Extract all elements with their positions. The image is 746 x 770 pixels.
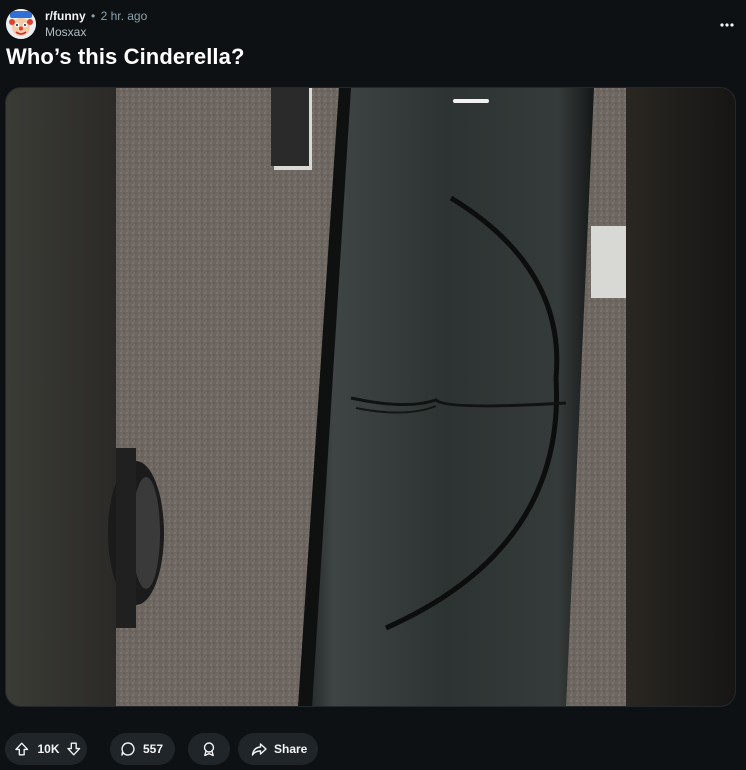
more-horizontal-icon [720, 23, 734, 27]
comments-button[interactable]: 557 [110, 733, 175, 765]
post-media[interactable] [5, 87, 736, 707]
upvote-arrow-icon[interactable] [14, 741, 29, 757]
post-title[interactable]: Who’s this Cinderella? [6, 44, 245, 70]
subreddit-avatar[interactable] [6, 9, 36, 39]
vote-count: 10K [37, 742, 60, 756]
post-meta: r/funny • 2 hr. ago [45, 9, 147, 23]
award-icon [203, 742, 215, 757]
subreddit-avatar-image [6, 9, 36, 39]
post-time: 2 hr. ago [100, 9, 148, 23]
subreddit-name[interactable]: r/funny [45, 9, 86, 23]
comment-count: 557 [143, 742, 164, 756]
share-label: Share [274, 742, 308, 756]
post-image [6, 88, 735, 706]
share-button[interactable]: Share [238, 733, 318, 765]
comment-bubble-icon [121, 742, 135, 756]
more-options-button[interactable] [714, 12, 740, 38]
post-header: r/funny • 2 hr. ago Mosxax [6, 6, 740, 40]
vote-control: 10K [5, 733, 87, 765]
post-author[interactable]: Mosxax [45, 25, 86, 39]
award-button[interactable] [188, 733, 230, 765]
share-arrow-icon [251, 743, 267, 756]
meta-separator: • [91, 9, 96, 23]
downvote-arrow-icon[interactable] [66, 741, 81, 757]
